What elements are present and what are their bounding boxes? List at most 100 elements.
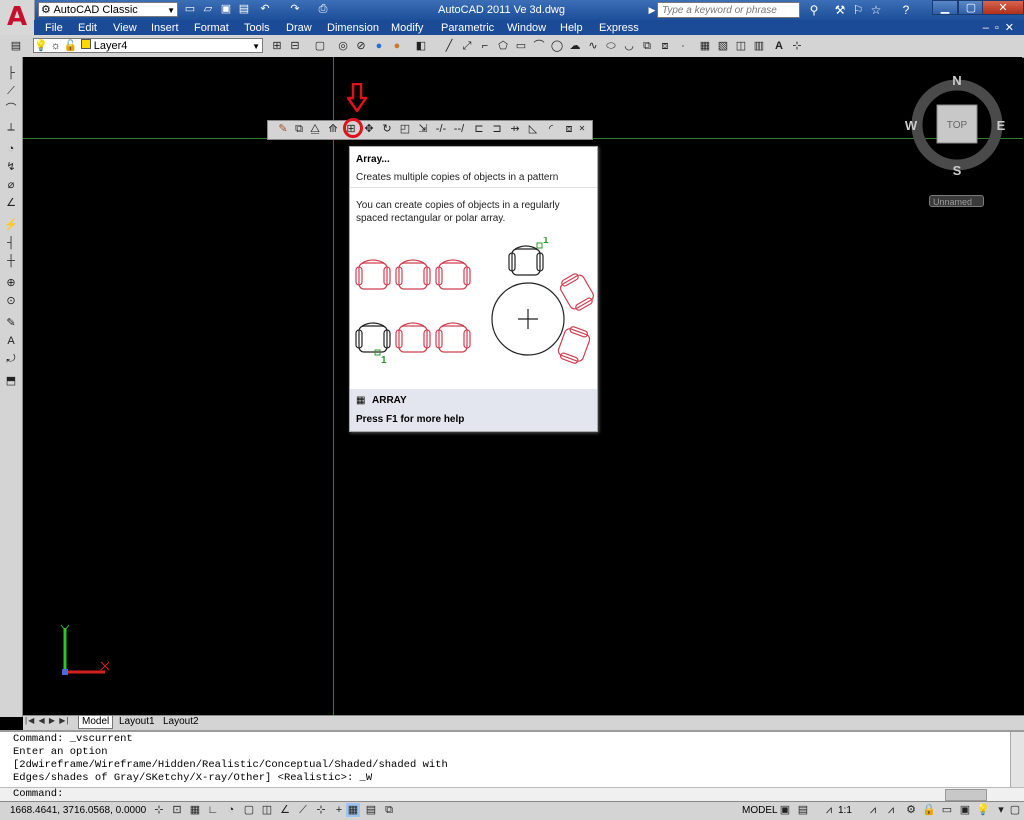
quick-view-drawings-icon[interactable]: ▤ bbox=[796, 803, 810, 817]
named-view-menu[interactable]: Unnamed bbox=[929, 195, 984, 207]
redo-icon[interactable]: ↷ bbox=[288, 2, 302, 16]
offset-icon[interactable]: ⟰ bbox=[326, 122, 340, 136]
layer-properties-icon[interactable]: ▤ bbox=[9, 39, 23, 53]
mirror-icon[interactable]: ⧋ bbox=[308, 122, 322, 136]
workspace-switching-icon[interactable]: ⚙ bbox=[904, 803, 918, 817]
dimension-text-edit-icon[interactable]: ⤾ bbox=[4, 352, 18, 366]
tab-navigation-arrows[interactable]: |◀ ◀ ▶ ▶| bbox=[25, 716, 69, 725]
undo-icon[interactable]: ↶ bbox=[258, 2, 272, 16]
dynamic-ucs-icon[interactable]: ⟋ bbox=[296, 803, 310, 817]
arc-length-icon[interactable]: ⌒ bbox=[4, 102, 18, 116]
compass-south[interactable]: S bbox=[953, 163, 962, 178]
wireframe-icon[interactable]: ◎ bbox=[336, 39, 350, 53]
coordinates-readout[interactable]: 1668.4641, 3716.0568, 0.0000 bbox=[10, 805, 146, 816]
favorites-icon[interactable]: ☆ bbox=[868, 2, 884, 18]
make-current-layer-icon[interactable]: ⊞ bbox=[270, 39, 284, 53]
hatch-icon[interactable]: ▦ bbox=[698, 39, 712, 53]
add-selected-icon[interactable]: ⊹ bbox=[790, 39, 804, 53]
compass-north[interactable]: N bbox=[952, 75, 961, 88]
tab-layout2[interactable]: Layout2 bbox=[160, 716, 202, 728]
communication-icon[interactable]: ⚐ bbox=[850, 2, 866, 18]
menu-window[interactable]: Window bbox=[507, 22, 546, 34]
continue-icon[interactable]: ┼ bbox=[4, 254, 18, 268]
linear-dimension-icon[interactable]: ├ bbox=[4, 66, 18, 80]
polar-tracking-icon[interactable]: ◔ bbox=[224, 803, 238, 817]
baseline-icon[interactable]: ┤ bbox=[4, 236, 18, 250]
ellipse-icon[interactable]: ⬭ bbox=[604, 39, 618, 53]
trim-icon[interactable]: -/- bbox=[434, 122, 448, 136]
new-icon[interactable]: ▭ bbox=[183, 2, 197, 16]
insert-block-icon[interactable]: ⧉ bbox=[640, 39, 654, 53]
polygon-icon[interactable]: ⬠ bbox=[496, 39, 510, 53]
break-icon[interactable]: ⊐ bbox=[490, 122, 504, 136]
open-icon[interactable]: ▱ bbox=[201, 2, 215, 16]
erase-icon[interactable]: ✎ bbox=[276, 122, 290, 136]
object-snap-tracking-icon[interactable]: ∠ bbox=[278, 803, 292, 817]
isolate-objects-icon[interactable]: ▣ bbox=[958, 803, 972, 817]
ordinate-icon[interactable]: ⟂ bbox=[4, 120, 18, 134]
ellipse-arc-icon[interactable]: ◡ bbox=[622, 39, 636, 53]
make-block-icon[interactable]: ⧈ bbox=[658, 39, 672, 53]
snap-icon[interactable]: ⊡ bbox=[170, 803, 184, 817]
save-icon[interactable]: ▣ bbox=[219, 2, 233, 16]
visual-style-2d-icon[interactable]: ▢ bbox=[313, 39, 327, 53]
plot-icon[interactable]: ⎙ bbox=[316, 2, 330, 16]
workspace-dropdown[interactable]: ⚙ AutoCAD Classic ▼ bbox=[38, 2, 178, 17]
angular-icon[interactable]: ∠ bbox=[4, 196, 18, 210]
menu-help[interactable]: Help bbox=[560, 22, 583, 34]
command-prompt[interactable]: Command: bbox=[13, 788, 63, 800]
command-input-line[interactable] bbox=[0, 787, 1024, 802]
arc-icon[interactable]: ⌒ bbox=[532, 39, 546, 53]
menu-express[interactable]: Express bbox=[599, 22, 639, 34]
menu-draw[interactable]: Draw bbox=[286, 22, 312, 34]
fillet-icon[interactable]: ◜ bbox=[544, 122, 558, 136]
quick-dimension-icon[interactable]: ⚡ bbox=[4, 218, 18, 232]
model-space-toggle[interactable]: MODEL bbox=[742, 805, 778, 816]
multiline-text-icon[interactable]: A bbox=[772, 39, 786, 53]
break-at-point-icon[interactable]: ⊏ bbox=[472, 122, 486, 136]
ortho-icon[interactable]: ∟ bbox=[206, 803, 220, 817]
clean-screen-icon[interactable]: ▢ bbox=[1008, 803, 1022, 817]
close-button[interactable]: ✕ bbox=[982, 0, 1024, 15]
hardware-acceleration-icon[interactable]: ▭ bbox=[940, 803, 954, 817]
compass-east[interactable]: E bbox=[997, 118, 1006, 133]
region-icon[interactable]: ◫ bbox=[734, 39, 748, 53]
conceptual-icon[interactable]: ● bbox=[390, 39, 404, 53]
compass-west[interactable]: W bbox=[905, 118, 918, 133]
menu-modify[interactable]: Modify bbox=[391, 22, 423, 34]
lock-icon[interactable]: 🔒 bbox=[922, 803, 936, 817]
chamfer-icon[interactable]: ◺ bbox=[526, 122, 540, 136]
quick-properties-icon[interactable]: ▤ bbox=[364, 803, 378, 817]
object-snap-icon[interactable]: ▢ bbox=[242, 803, 256, 817]
maximize-button[interactable]: ▢ bbox=[958, 0, 984, 15]
rotate-icon[interactable]: ↻ bbox=[380, 122, 394, 136]
grid-icon[interactable]: ▦ bbox=[188, 803, 202, 817]
diameter-icon[interactable]: ⌀ bbox=[4, 178, 18, 192]
search-expand-icon[interactable]: ▶ bbox=[648, 2, 656, 18]
annotation-visibility-icon[interactable]: ⩘ bbox=[866, 803, 880, 817]
search-input[interactable]: Type a keyword or phrase bbox=[657, 2, 800, 18]
layer-previous-icon[interactable]: ⊟ bbox=[288, 39, 302, 53]
toolbar-close-icon[interactable]: ✕ bbox=[578, 122, 586, 136]
move-icon[interactable]: ✥ bbox=[362, 122, 376, 136]
tab-layout1[interactable]: Layout1 bbox=[116, 716, 158, 728]
viewcube[interactable]: TOP N S E W bbox=[905, 75, 1013, 183]
lineweight-icon[interactable]: + bbox=[332, 803, 346, 817]
help-icon[interactable]: ? bbox=[898, 2, 914, 18]
annotation-scale-icon[interactable]: ⩘ bbox=[822, 803, 836, 817]
menu-tools[interactable]: Tools bbox=[244, 22, 270, 34]
status-menu-icon[interactable]: ▾ bbox=[994, 803, 1008, 817]
tolerance-icon[interactable]: ⊕ bbox=[4, 276, 18, 290]
visual-style-manager-icon[interactable]: ◧ bbox=[414, 39, 428, 53]
point-icon[interactable]: · bbox=[676, 39, 690, 53]
table-icon[interactable]: ▥ bbox=[752, 39, 766, 53]
3d-osnap-icon[interactable]: ◫ bbox=[260, 803, 274, 817]
dimension-style-icon[interactable]: ⬒ bbox=[4, 374, 18, 388]
subscription-icon[interactable]: ⚒ bbox=[832, 2, 848, 18]
aligned-dimension-icon[interactable]: ⟋ bbox=[4, 84, 18, 98]
polyline-icon[interactable]: ⌐ bbox=[478, 39, 492, 53]
layer-dropdown[interactable]: 💡 ☼ 🔓 Layer4 ▼ bbox=[33, 38, 263, 53]
join-icon[interactable]: ⇸ bbox=[508, 122, 522, 136]
realistic-icon[interactable]: ● bbox=[372, 39, 386, 53]
circle-icon[interactable]: ◯ bbox=[550, 39, 564, 53]
